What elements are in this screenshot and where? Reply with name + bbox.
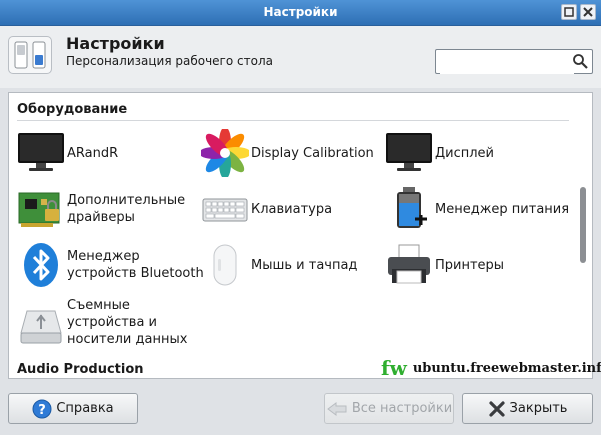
- printer-icon: [385, 241, 433, 289]
- scrollbar[interactable]: [577, 93, 591, 378]
- item-label: Дополнительные драйверы: [67, 193, 186, 225]
- back-arrow-icon: [326, 401, 348, 417]
- search-input[interactable]: [440, 51, 574, 74]
- page-title: Настройки: [66, 34, 165, 53]
- item-printers[interactable]: Принтеры: [385, 241, 504, 289]
- help-button[interactable]: ? Справка: [8, 393, 138, 424]
- help-button-label: Справка: [56, 401, 114, 416]
- item-bluetooth[interactable]: Менеджер устройств Bluetooth: [17, 241, 204, 289]
- item-mouse-touchpad[interactable]: Мышь и тачпад: [201, 241, 357, 289]
- page-subtitle: Персонализация рабочего стола: [66, 54, 273, 68]
- svg-text:?: ?: [39, 403, 47, 418]
- battery-icon: [385, 185, 433, 233]
- item-arandr[interactable]: ARandR: [17, 129, 118, 177]
- watermark: fw ubuntu.freewebmaster.info: [381, 356, 601, 380]
- item-display[interactable]: Дисплей: [385, 129, 494, 177]
- maximize-button[interactable]: [561, 4, 577, 20]
- circuit-board-icon: [17, 185, 65, 233]
- search-field[interactable]: [435, 49, 593, 74]
- close-button-label: Закрыть: [509, 401, 568, 416]
- item-label: Мышь и тачпад: [251, 257, 358, 273]
- keyboard-icon: [201, 185, 249, 233]
- watermark-url: ubuntu.freewebmaster.info: [412, 360, 601, 376]
- bluetooth-icon: [17, 241, 65, 289]
- item-label: Дисплей: [435, 145, 495, 161]
- window-titlebar[interactable]: Настройки: [0, 0, 601, 26]
- close-window-button[interactable]: [580, 4, 596, 20]
- item-label: ARandR: [67, 145, 119, 161]
- item-label: Клавиатура: [251, 201, 333, 217]
- close-button[interactable]: Закрыть: [462, 393, 593, 424]
- all-settings-button[interactable]: Все настройки: [324, 393, 454, 424]
- watermark-logo: fw: [381, 356, 407, 380]
- section-title-hardware: Оборудование: [17, 102, 128, 117]
- maximize-icon: [564, 7, 574, 17]
- item-label: Менеджер устройств Bluetooth: [67, 249, 204, 281]
- settings-panel: Оборудование ARandR Display Calibration …: [8, 92, 593, 379]
- item-keyboard[interactable]: Клавиатура: [201, 185, 332, 233]
- removable-drive-icon: [17, 299, 65, 347]
- item-label: Менеджер питания: [435, 201, 570, 217]
- scrollbar-thumb[interactable]: [580, 187, 586, 263]
- mouse-icon: [201, 241, 249, 289]
- item-label: Display Calibration: [251, 145, 374, 161]
- all-settings-button-label: Все настройки: [351, 401, 453, 416]
- window-title: Настройки: [263, 5, 338, 19]
- monitor-icon: [17, 129, 65, 177]
- color-flower-icon: [199, 127, 251, 179]
- section-title-audio-production: Audio Production: [17, 362, 144, 377]
- item-power-manager[interactable]: Менеджер питания: [385, 185, 569, 233]
- item-label: Съемные устройства и носители данных: [67, 298, 188, 347]
- search-icon[interactable]: [572, 53, 588, 73]
- settings-app-icon: [8, 36, 52, 74]
- item-additional-drivers[interactable]: Дополнительные драйверы: [17, 185, 185, 233]
- item-display-calibration[interactable]: Display Calibration: [199, 127, 374, 179]
- help-icon: ?: [32, 399, 52, 419]
- monitor-icon: [385, 129, 433, 177]
- item-removable-devices[interactable]: Съемные устройства и носители данных: [17, 297, 187, 348]
- close-icon: [488, 400, 506, 418]
- item-label: Принтеры: [435, 257, 505, 273]
- close-icon: [583, 7, 593, 17]
- section-divider: [17, 120, 569, 121]
